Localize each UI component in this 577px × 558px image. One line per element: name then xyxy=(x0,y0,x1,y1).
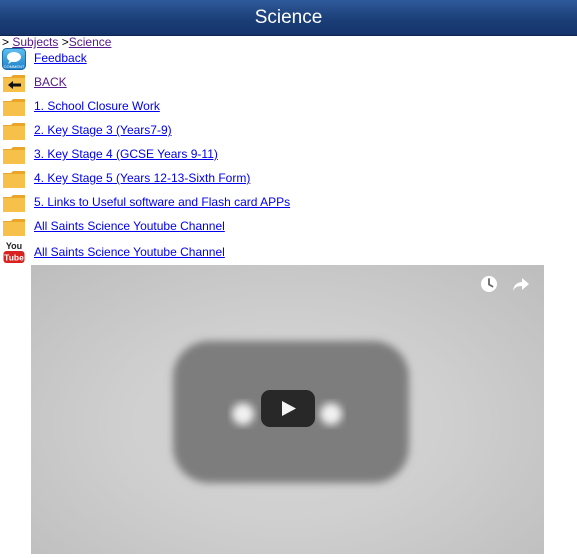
comment-icon: COMMENT xyxy=(2,48,26,70)
list-item-useful-software: 5. Links to Useful software and Flash ca… xyxy=(0,192,400,214)
page-header: Science xyxy=(0,0,577,36)
youtube-icon: You Tube xyxy=(2,240,26,264)
key-stage-5-link[interactable]: 4. Key Stage 5 (Years 12-13-Sixth Form) xyxy=(34,171,250,185)
list-item-feedback: COMMENT Feedback xyxy=(0,48,400,70)
video-top-tools xyxy=(480,275,530,293)
youtube-icon-you: You xyxy=(6,241,22,251)
share-icon[interactable] xyxy=(512,275,530,293)
play-button[interactable] xyxy=(261,390,315,427)
breadcrumb-prefix: > xyxy=(2,35,13,49)
list-item-youtube: You Tube All Saints Science Youtube Chan… xyxy=(0,240,400,264)
useful-software-link[interactable]: 5. Links to Useful software and Flash ca… xyxy=(34,195,290,209)
youtube-channel-folder-link[interactable]: All Saints Science Youtube Channel xyxy=(34,219,225,233)
list-item-key-stage-4: 3. Key Stage 4 (GCSE Years 9-11) xyxy=(0,144,400,166)
key-stage-4-link[interactable]: 3. Key Stage 4 (GCSE Years 9-11) xyxy=(34,147,218,161)
breadcrumb-subjects-link[interactable]: Subjects xyxy=(12,35,58,49)
folder-icon xyxy=(2,96,26,118)
comment-icon-text: COMMENT xyxy=(4,64,25,69)
back-link[interactable]: BACK xyxy=(34,75,67,89)
back-arrow-folder-icon xyxy=(2,72,26,94)
youtube-channel-link[interactable]: All Saints Science Youtube Channel xyxy=(34,245,225,259)
folder-icon xyxy=(2,192,26,214)
list-item-key-stage-3: 2. Key Stage 3 (Years7-9) xyxy=(0,120,400,142)
watch-later-icon[interactable] xyxy=(480,275,498,293)
list-item-school-closure: 1. School Closure Work xyxy=(0,96,400,118)
folder-icon xyxy=(2,144,26,166)
school-closure-link[interactable]: 1. School Closure Work xyxy=(34,99,160,113)
feedback-link[interactable]: Feedback xyxy=(34,51,87,65)
breadcrumb-science-link[interactable]: Science xyxy=(69,35,112,49)
list-item-back: BACK xyxy=(0,72,400,94)
key-stage-3-link[interactable]: 2. Key Stage 3 (Years7-9) xyxy=(34,123,172,137)
folder-icon xyxy=(2,216,26,238)
list-item-youtube-folder: All Saints Science Youtube Channel xyxy=(0,216,400,238)
breadcrumb: > Subjects >Science xyxy=(2,35,111,49)
embedded-video-player[interactable] xyxy=(31,265,544,554)
folder-icon xyxy=(2,120,26,142)
page-title: Science xyxy=(254,7,323,28)
breadcrumb-separator: > xyxy=(58,35,69,49)
list-item-key-stage-5: 4. Key Stage 5 (Years 12-13-Sixth Form) xyxy=(0,168,400,190)
play-icon xyxy=(282,401,296,416)
youtube-icon-tube: Tube xyxy=(4,253,24,263)
folder-icon xyxy=(2,168,26,190)
